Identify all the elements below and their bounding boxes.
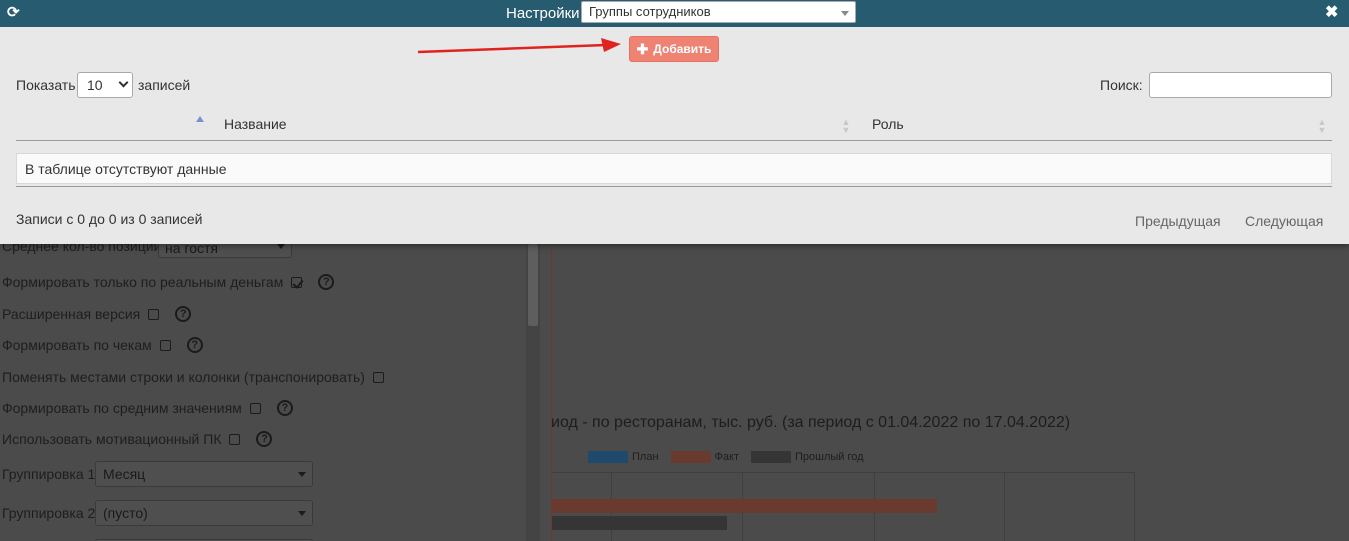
- caret-down-icon: [841, 11, 849, 16]
- option-label: Расширенная версия: [2, 306, 141, 322]
- grouping2-label: Группировка 2: [2, 505, 96, 521]
- groups-modal: ⟳ Настройки Группы сотрудников ✖ ✚ Добав…: [0, 0, 1349, 244]
- chart-bar-fact: [552, 499, 937, 513]
- page-length-select[interactable]: 10: [77, 72, 133, 98]
- option-label: Поменять местами строки и колонки (транс…: [2, 369, 365, 385]
- plus-icon: ✚: [636, 40, 649, 57]
- caret-down-icon: [298, 511, 306, 516]
- option-row: Использовать мотивационный ПК?: [2, 431, 273, 447]
- settings-type-select[interactable]: Группы сотрудников: [581, 1, 856, 23]
- caret-down-icon: [298, 472, 306, 477]
- empty-table-text: В таблице отсутствуют данные: [25, 161, 227, 177]
- sort-asc-icon[interactable]: [196, 116, 204, 122]
- legend-label: Факт: [714, 451, 739, 463]
- add-button-label: Добавить: [653, 42, 712, 56]
- legend-swatch: [670, 451, 711, 463]
- help-icon[interactable]: ?: [175, 306, 192, 322]
- grouping2-select[interactable]: (пусто): [95, 500, 313, 526]
- legend-item[interactable]: Прошлый год: [751, 451, 864, 463]
- option-checkbox[interactable]: [372, 371, 384, 383]
- next-page-button[interactable]: Следующая: [1245, 213, 1323, 229]
- help-icon[interactable]: ?: [276, 400, 293, 416]
- help-icon[interactable]: ?: [256, 431, 273, 447]
- legend-item[interactable]: План: [588, 451, 659, 463]
- help-icon[interactable]: ?: [318, 274, 335, 290]
- option-checkbox[interactable]: [291, 276, 303, 288]
- legend-swatch: [751, 451, 791, 463]
- table-info: Записи с 0 до 0 из 0 записей: [16, 211, 203, 227]
- chart-gridline: [1004, 472, 1005, 541]
- chart-gridline: [1134, 472, 1135, 541]
- option-label: Формировать по средним значениям: [2, 400, 242, 416]
- grouping2-value: (пусто): [103, 505, 148, 521]
- help-icon[interactable]: ?: [186, 337, 203, 353]
- option-row: Поменять местами строки и колонки (транс…: [2, 369, 384, 385]
- prev-page-button[interactable]: Предыдущая: [1135, 213, 1221, 229]
- column-header-role[interactable]: Роль: [872, 116, 904, 132]
- grouping1-value: Месяц: [103, 466, 146, 482]
- column-header-name[interactable]: Название: [224, 116, 287, 132]
- chart-title: иод - по ресторанам, тыс. руб. (за перио…: [551, 414, 1071, 431]
- records-label: записей: [138, 77, 191, 93]
- table-footer-line: [16, 186, 1332, 187]
- option-row: Формировать по чекам?: [2, 337, 203, 353]
- option-label: Использовать мотивационный ПК: [2, 431, 222, 447]
- option-row: Расширенная версия?: [2, 306, 192, 322]
- option-row: Формировать по средним значениям?: [2, 400, 293, 416]
- refresh-icon[interactable]: ⟳: [7, 5, 23, 21]
- panel-scrollbar-thumb[interactable]: [528, 244, 538, 326]
- option-checkbox[interactable]: [229, 433, 241, 445]
- legend-item[interactable]: Факт: [670, 451, 739, 463]
- show-label: Показать: [16, 77, 76, 93]
- modal-title: Настройки: [506, 5, 580, 22]
- grouping1-select[interactable]: Месяц: [95, 461, 313, 487]
- chart-bar-prev-year: [552, 516, 727, 530]
- sort-both-icon[interactable]: ▲▼: [841, 117, 851, 133]
- grouping1-label: Группировка 1: [2, 466, 96, 482]
- settings-type-value: Группы сотрудников: [589, 4, 711, 19]
- option-checkbox[interactable]: [249, 402, 261, 414]
- option-checkbox[interactable]: [159, 339, 171, 351]
- chevron-down-icon: [118, 77, 129, 88]
- table-header-row: [16, 108, 1332, 141]
- red-arrow-annotation: [417, 38, 621, 54]
- close-icon[interactable]: ✖: [1325, 4, 1338, 22]
- search-label: Поиск:: [1100, 77, 1143, 93]
- option-checkbox[interactable]: [148, 308, 160, 320]
- chart-legend: План Факт Прошлый год: [588, 451, 864, 463]
- add-button[interactable]: ✚ Добавить: [629, 36, 719, 62]
- page-length-value: 10: [87, 77, 103, 93]
- caret-down-icon: [277, 244, 285, 249]
- option-label: Формировать только по реальным деньгам: [2, 274, 284, 290]
- option-label: Формировать по чекам: [2, 337, 152, 353]
- search-input[interactable]: [1149, 72, 1332, 98]
- sort-both-icon[interactable]: ▲▼: [1317, 117, 1327, 133]
- legend-swatch: [588, 451, 628, 463]
- legend-label: План: [632, 451, 659, 463]
- option-row: Формировать только по реальным деньгам?: [2, 274, 335, 290]
- legend-label: Прошлый год: [795, 451, 864, 463]
